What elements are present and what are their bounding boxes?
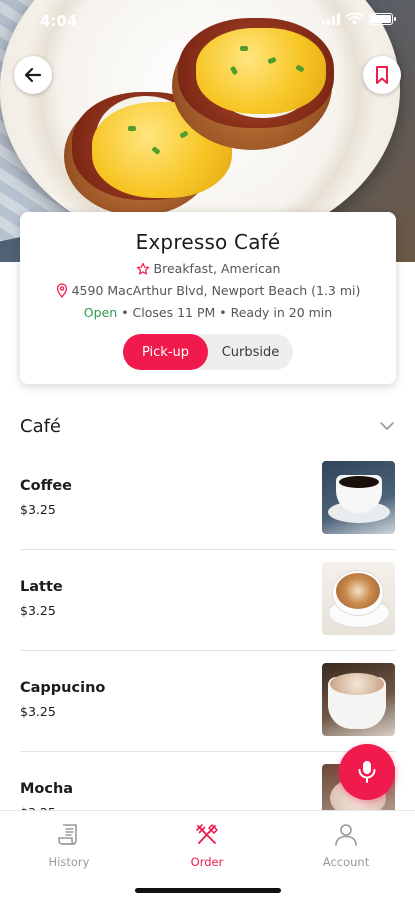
tab-history[interactable]: History [19, 821, 119, 869]
foam [330, 673, 384, 695]
cuisine-text: Breakfast, American [153, 261, 281, 276]
curbside-option[interactable]: Curbside [208, 334, 293, 370]
item-name: Cappucino [20, 680, 106, 696]
microphone-icon [358, 761, 376, 783]
cuisine-line: Breakfast, American [20, 261, 396, 276]
chevron-down-icon [380, 422, 394, 430]
item-photo [322, 461, 395, 534]
item-name: Coffee [20, 478, 73, 494]
tab-label: History [48, 855, 90, 869]
tab-label: Account [322, 855, 370, 869]
status-time: 4:04 [40, 12, 78, 30]
status-icons [322, 13, 396, 25]
bookmark-icon [376, 66, 388, 84]
address-line[interactable]: 4590 MacArthur Blvd, Newport Beach (1.3 … [20, 283, 396, 298]
arrow-left-icon [24, 67, 42, 83]
item-price: $3.25 [20, 502, 56, 517]
address-text: 4590 MacArthur Blvd, Newport Beach (1.3 … [71, 283, 361, 298]
bottom-tab-bar: History Order Account [0, 810, 415, 900]
item-photo [322, 562, 395, 635]
item-price: $3.25 [20, 704, 56, 719]
home-indicator [135, 888, 281, 893]
coffee [339, 476, 379, 488]
voice-order-button[interactable] [339, 744, 395, 800]
open-status: Open [83, 305, 118, 320]
tab-order[interactable]: Order [157, 821, 257, 869]
chive [128, 126, 136, 131]
wifi-icon [346, 13, 363, 25]
bookmark-button[interactable] [363, 56, 401, 94]
section-title: Café [20, 415, 62, 437]
restaurant-info-card: Expresso Café Breakfast, American 4590 M… [20, 212, 396, 384]
hours-line: Open • Closes 11 PM • Ready in 20 min [20, 305, 396, 320]
menu-section-header[interactable]: Café [20, 412, 395, 440]
receipt-icon [58, 824, 77, 845]
latte-art [336, 573, 380, 609]
signal-icon [322, 13, 340, 25]
restaurant-name: Expresso Café [135, 230, 281, 254]
utensils-icon [196, 824, 218, 844]
pickup-option[interactable]: Pick-up [123, 334, 208, 370]
tab-label: Order [190, 855, 224, 869]
battery-icon [369, 13, 396, 25]
hours-text: • Closes 11 PM • Ready in 20 min [121, 305, 333, 320]
map-pin-icon [56, 283, 67, 298]
order-type-toggle: Pick-up Curbside [123, 334, 293, 370]
item-price: $3.25 [20, 603, 56, 618]
menu-item-latte[interactable]: Latte $3.25 [20, 550, 395, 651]
chive [240, 46, 248, 51]
item-name: Latte [20, 579, 63, 595]
menu-item-coffee[interactable]: Coffee $3.25 [20, 449, 395, 550]
status-bar: 4:04 [0, 0, 415, 44]
star-icon [136, 262, 149, 275]
tab-account[interactable]: Account [296, 821, 396, 869]
user-icon [335, 824, 357, 846]
menu-item-cappucino[interactable]: Cappucino $3.25 [20, 651, 395, 752]
back-button[interactable] [14, 56, 52, 94]
item-photo [322, 663, 395, 736]
item-name: Mocha [20, 781, 74, 797]
